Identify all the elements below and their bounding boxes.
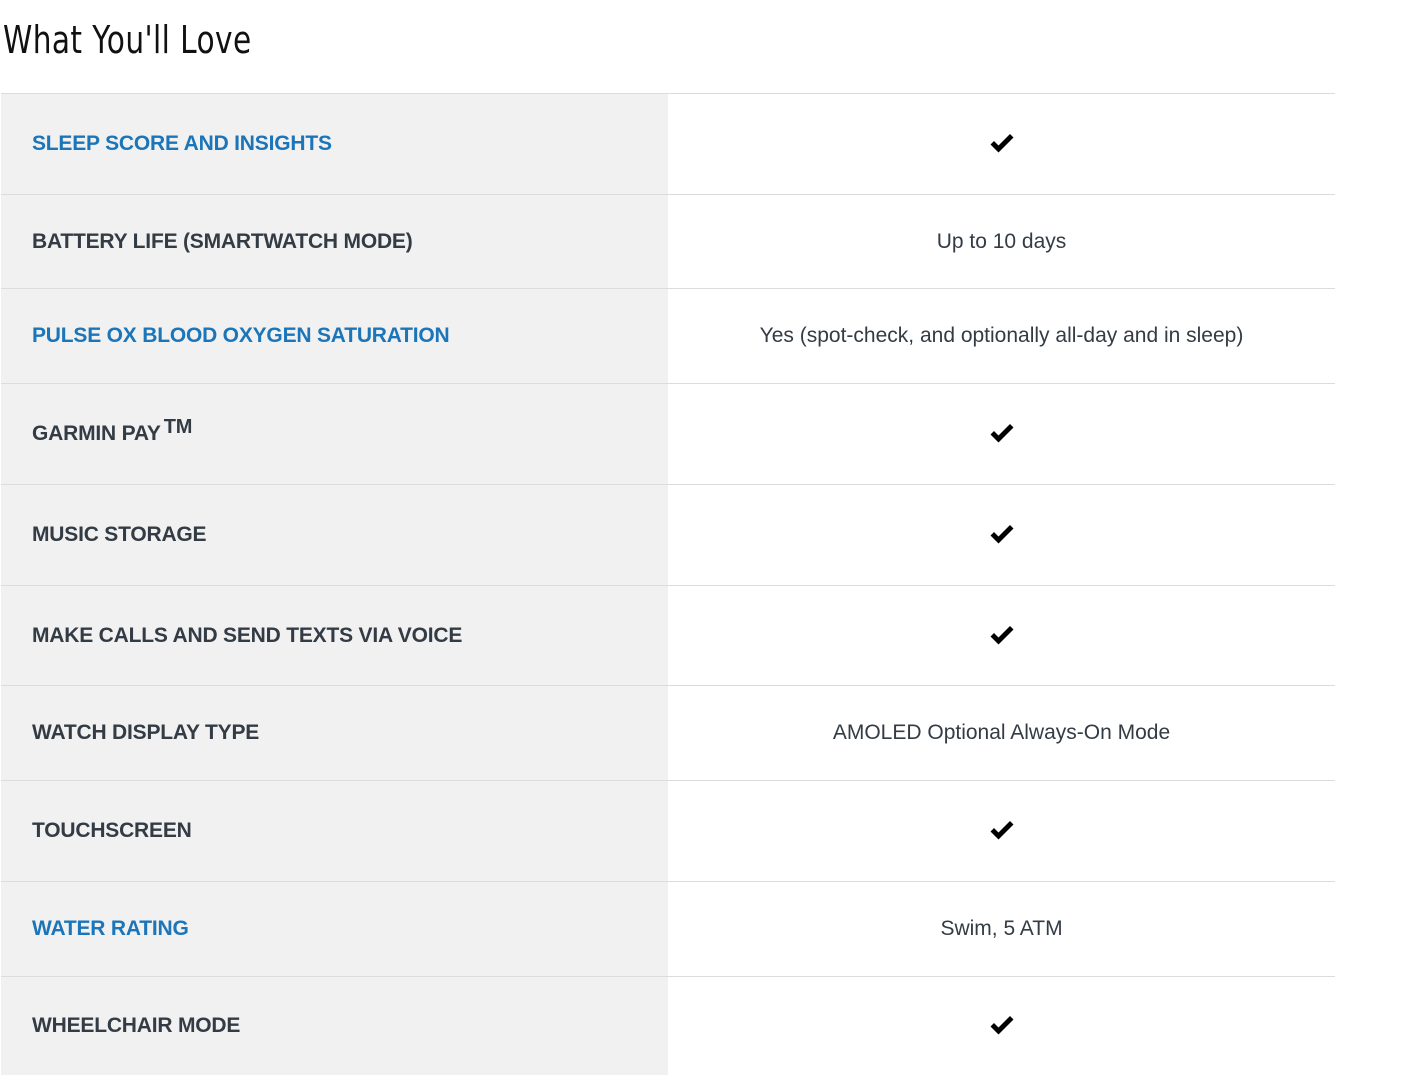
feature-label-garmin-pay: GARMIN PAY bbox=[32, 422, 161, 445]
feature-value-display-type: AMOLED Optional Always-On Mode bbox=[832, 721, 1171, 744]
feature-value-water-rating: Swim, 5 ATM bbox=[940, 917, 1063, 940]
table-row: WATER RATING Swim, 5 ATM bbox=[1, 881, 1335, 977]
table-row: TOUCHSCREEN bbox=[1, 780, 1335, 882]
feature-value-cell bbox=[668, 977, 1335, 1075]
feature-value-cell bbox=[668, 94, 1335, 195]
feature-value-cell: Yes (spot-check, and optionally all-day … bbox=[668, 289, 1335, 384]
checkmark-icon bbox=[989, 133, 1015, 155]
feature-value-cell: AMOLED Optional Always-On Mode bbox=[668, 686, 1335, 781]
table-row: SLEEP SCORE AND INSIGHTS bbox=[1, 93, 1335, 195]
feature-value-cell bbox=[668, 485, 1335, 586]
feature-value-cell bbox=[668, 586, 1335, 686]
feature-link-pulse-ox[interactable]: PULSE OX BLOOD OXYGEN SATURATION bbox=[32, 324, 450, 347]
feature-value-cell: Up to 10 days bbox=[668, 195, 1335, 289]
table-row: BATTERY LIFE (SMARTWATCH MODE) Up to 10 … bbox=[1, 194, 1335, 289]
feature-value-cell: Swim, 5 ATM bbox=[668, 882, 1335, 977]
feature-label-cell: WHEELCHAIR MODE bbox=[1, 976, 668, 1075]
feature-label-cell: WATER RATING bbox=[1, 881, 668, 977]
checkmark-icon bbox=[989, 1015, 1015, 1037]
page-title: What You'll Love bbox=[3, 18, 252, 62]
feature-value-cell bbox=[668, 384, 1335, 485]
feature-link-sleep-score[interactable]: SLEEP SCORE AND INSIGHTS bbox=[32, 132, 332, 155]
feature-comparison-table: SLEEP SCORE AND INSIGHTS BATTERY LIFE (S… bbox=[1, 93, 1335, 1075]
feature-label-cell: MUSIC STORAGE bbox=[1, 484, 668, 586]
table-row: MAKE CALLS AND SEND TEXTS VIA VOICE bbox=[1, 585, 1335, 686]
feature-label-cell: MAKE CALLS AND SEND TEXTS VIA VOICE bbox=[1, 585, 668, 686]
checkmark-icon bbox=[989, 820, 1015, 842]
feature-label-touchscreen: TOUCHSCREEN bbox=[32, 819, 192, 842]
table-row: WATCH DISPLAY TYPE AMOLED Optional Alway… bbox=[1, 685, 1335, 781]
feature-label-cell: WATCH DISPLAY TYPE bbox=[1, 685, 668, 781]
checkmark-icon bbox=[989, 625, 1015, 647]
trademark-symbol: TM bbox=[163, 416, 193, 438]
feature-label-cell: BATTERY LIFE (SMARTWATCH MODE) bbox=[1, 194, 668, 289]
feature-value-pulse-ox: Yes (spot-check, and optionally all-day … bbox=[759, 324, 1244, 347]
feature-label-cell: SLEEP SCORE AND INSIGHTS bbox=[1, 93, 668, 195]
feature-label-battery-life: BATTERY LIFE (SMARTWATCH MODE) bbox=[32, 229, 413, 253]
feature-label-calls-texts: MAKE CALLS AND SEND TEXTS VIA VOICE bbox=[32, 623, 463, 647]
feature-label-display-type: WATCH DISPLAY TYPE bbox=[32, 721, 260, 744]
table-row: PULSE OX BLOOD OXYGEN SATURATION Yes (sp… bbox=[1, 288, 1335, 384]
feature-label-cell: TOUCHSCREEN bbox=[1, 780, 668, 882]
feature-link-water-rating[interactable]: WATER RATING bbox=[32, 917, 189, 940]
checkmark-icon bbox=[989, 423, 1015, 445]
feature-label-cell: GARMIN PAY TM bbox=[1, 383, 668, 485]
feature-label-cell: PULSE OX BLOOD OXYGEN SATURATION bbox=[1, 288, 668, 384]
feature-label-music-storage: MUSIC STORAGE bbox=[32, 523, 207, 546]
table-row: WHEELCHAIR MODE bbox=[1, 976, 1335, 1075]
table-row: GARMIN PAY TM bbox=[1, 383, 1335, 485]
table-row: MUSIC STORAGE bbox=[1, 484, 1335, 586]
checkmark-icon bbox=[989, 524, 1015, 546]
feature-label-wheelchair-mode: WHEELCHAIR MODE bbox=[32, 1013, 241, 1037]
feature-value-cell bbox=[668, 781, 1335, 882]
feature-value-battery-life: Up to 10 days bbox=[936, 229, 1067, 253]
